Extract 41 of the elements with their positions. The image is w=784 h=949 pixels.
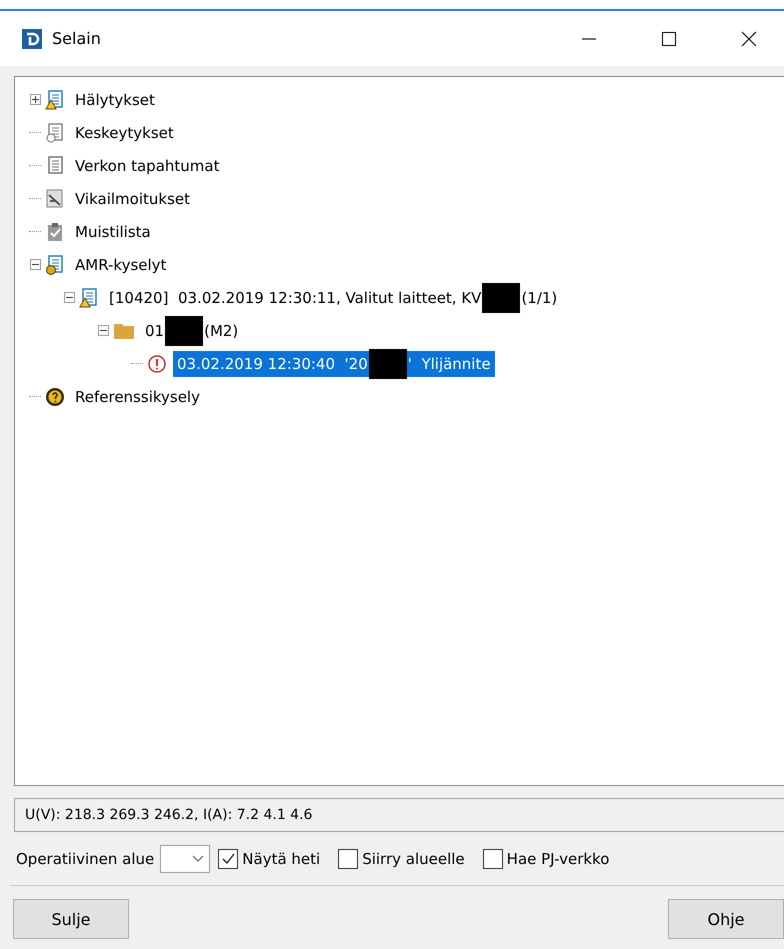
collapse-toggle[interactable] xyxy=(64,292,74,303)
window-title: Selain xyxy=(52,29,102,48)
collapse-toggle[interactable] xyxy=(98,325,108,336)
help-button[interactable]: Ohje xyxy=(668,899,784,939)
tree-item[interactable]: 03.02.2019 12:30:40 '20 ' Ylijännite xyxy=(173,350,495,376)
tree-item[interactable]: Hälytykset xyxy=(71,86,159,112)
tree-item[interactable]: AMR-kyselyt xyxy=(71,252,170,278)
checkbox-label: Näytä heti xyxy=(242,850,320,868)
checkbox-label: Hae PJ-verkko xyxy=(506,850,610,868)
tree-item[interactable]: 01 (M2) xyxy=(141,318,242,344)
close-dialog-button[interactable]: Sulje xyxy=(13,899,129,939)
maximize-icon[interactable] xyxy=(661,30,677,46)
warning-list-icon xyxy=(79,288,99,308)
chevron-down-icon xyxy=(192,855,204,863)
fault-report-icon xyxy=(45,188,65,208)
checkbox-label: Siirry alueelle xyxy=(362,850,465,868)
redaction-block xyxy=(368,348,407,378)
tree-item[interactable]: [10420] 03.02.2019 12:30:11, Valitut laitteet, KV (1/1) xyxy=(105,284,562,310)
close-icon[interactable] xyxy=(741,30,757,46)
area-label: Operatiivinen alue xyxy=(16,850,154,868)
error-icon xyxy=(147,354,167,374)
help-icon xyxy=(45,386,65,406)
tree-item[interactable]: Vikailmoitukset xyxy=(71,186,194,212)
checkbox[interactable] xyxy=(218,849,238,869)
checkbox[interactable] xyxy=(482,849,503,869)
status-text: U(V): 218.3 269.3 246.2, I(A): 7.2 4.1 4.6 xyxy=(14,798,784,832)
tree-item[interactable]: Referenssikysely xyxy=(71,384,204,410)
clock-list-icon xyxy=(45,122,65,142)
clipboard-check-icon xyxy=(45,222,65,242)
warning-list-icon xyxy=(45,90,65,110)
query-list-icon xyxy=(45,254,65,274)
app-logo-icon xyxy=(22,28,42,48)
tree-item[interactable]: Verkon tapahtumat xyxy=(71,152,224,178)
tree-item[interactable]: Muistilista xyxy=(71,218,155,244)
tree-item[interactable]: Keskeytykset xyxy=(71,120,178,146)
redaction-block xyxy=(482,282,520,312)
collapse-toggle[interactable] xyxy=(30,259,40,270)
checkbox[interactable] xyxy=(338,849,358,869)
expand-toggle[interactable] xyxy=(30,94,40,105)
area-dropdown[interactable] xyxy=(160,845,210,873)
redaction-block xyxy=(165,316,204,346)
